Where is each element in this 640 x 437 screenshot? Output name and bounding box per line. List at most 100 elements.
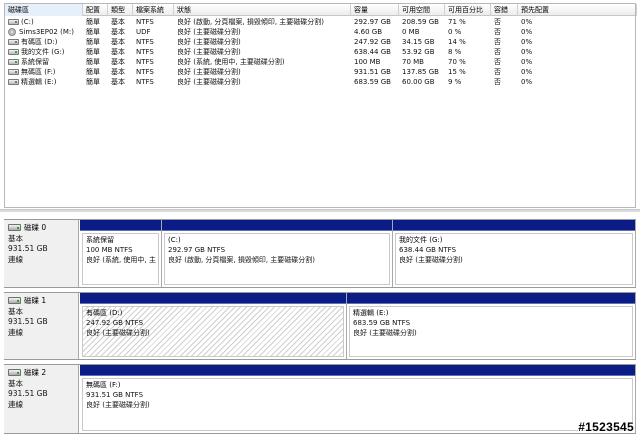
capacity-cell: 683.59 GB: [354, 78, 391, 86]
column-header-free-percent[interactable]: 可用百分比: [445, 4, 491, 16]
disk-name: 磁碟 1: [24, 296, 47, 305]
column-header-type[interactable]: 類型: [108, 4, 133, 16]
free-percent-cell: 9 %: [448, 78, 462, 86]
disk-size: 931.51 GB: [8, 389, 48, 398]
column-header-layout[interactable]: 配置: [83, 4, 108, 16]
type-cell: 基本: [111, 18, 125, 26]
partition-status: 良好 (主要磁碟分割): [353, 329, 417, 337]
fault-tolerance-cell: 否: [494, 68, 501, 76]
column-header-fault-tolerance[interactable]: 容錯: [491, 4, 518, 16]
volume-name-cell: 系統保留: [5, 57, 83, 67]
disk-2-info[interactable]: 磁碟 2 基本 931.51 GB 連線: [4, 365, 79, 433]
file-system-cell: NTFS: [136, 58, 154, 66]
type-cell: 基本: [111, 48, 125, 56]
disk-2-row[interactable]: 磁碟 2 基本 931.51 GB 連線 無碼區 (F:) 931.51 GB …: [4, 364, 636, 434]
hard-drive-icon: [8, 59, 19, 65]
status-cell: 良好 (主要磁碟分割): [177, 38, 241, 46]
partition-bar: [393, 220, 635, 231]
volume-row[interactable]: 我的文件 (G:) 簡單 基本 NTFS 良好 (主要磁碟分割) 638.44 …: [5, 47, 635, 57]
disk-state: 連線: [8, 399, 23, 409]
status-cell: 良好 (啟動, 分頁檔案, 損毀傾印, 主要磁碟分割): [177, 18, 325, 26]
partition-status: 良好 (主要磁碟分割): [86, 401, 150, 409]
disk-1-row[interactable]: 磁碟 1 基本 931.51 GB 連線 有碼區 (D:) 247.92 GB …: [4, 292, 636, 360]
layout-cell: 簡單: [86, 18, 100, 26]
pane-splitter[interactable]: [0, 209, 640, 213]
disk-map: 磁碟 0 基本 931.51 GB 連線 系統保留 100 MB NTFS 良好…: [4, 216, 636, 437]
hard-drive-icon: [8, 19, 19, 25]
hard-disk-icon: [8, 297, 21, 304]
free-space-cell: 70 MB: [402, 58, 424, 66]
layout-cell: 簡單: [86, 68, 100, 76]
volume-row[interactable]: 系統保留 簡單 基本 NTFS 良好 (系統, 使用中, 主要磁碟分割) 100…: [5, 57, 635, 67]
layout-cell: 簡單: [86, 58, 100, 66]
overhead-cell: 0%: [521, 48, 533, 56]
column-header-file-system[interactable]: 檔案系統: [133, 4, 174, 16]
hard-disk-icon: [8, 369, 21, 376]
volume-name-cell: 有碼區 (D:): [5, 37, 83, 47]
disk-name: 磁碟 0: [24, 223, 47, 232]
partition-f[interactable]: 無碼區 (F:) 931.51 GB NTFS 良好 (主要磁碟分割): [80, 365, 636, 433]
volume-row[interactable]: 無碼區 (F:) 簡單 基本 NTFS 良好 (主要磁碟分割) 931.51 G…: [5, 67, 635, 77]
layout-cell: 簡單: [86, 48, 100, 56]
file-system-cell: UDF: [136, 28, 151, 36]
partition-label: 有碼區 (D:): [86, 309, 123, 317]
status-cell: 良好 (主要磁碟分割): [177, 48, 241, 56]
partition-e[interactable]: 精選輯 (E:) 683.59 GB NTFS 良好 (主要磁碟分割): [347, 293, 636, 359]
hard-disk-icon: [8, 224, 21, 231]
status-cell: 良好 (系統, 使用中, 主要磁碟分割): [177, 58, 285, 66]
disk-0-row[interactable]: 磁碟 0 基本 931.51 GB 連線 系統保留 100 MB NTFS 良好…: [4, 219, 636, 288]
layout-cell: 簡單: [86, 78, 100, 86]
disk-0-info[interactable]: 磁碟 0 基本 931.51 GB 連線: [4, 220, 79, 287]
partition-bar: [80, 293, 346, 304]
status-cell: 良好 (主要磁碟分割): [177, 78, 241, 86]
file-system-cell: NTFS: [136, 18, 154, 26]
column-header-volume[interactable]: 磁碟區: [5, 4, 83, 16]
partition-bar: [162, 220, 392, 231]
volume-row[interactable]: Sims3EP02 (M:) 簡單 基本 UDF 良好 (主要磁碟分割) 4.6…: [5, 27, 635, 37]
partition-bar: [80, 220, 161, 231]
volume-row[interactable]: 有碼區 (D:) 簡單 基本 NTFS 良好 (主要磁碟分割) 247.92 G…: [5, 37, 635, 47]
fault-tolerance-cell: 否: [494, 78, 501, 86]
overhead-cell: 0%: [521, 38, 533, 46]
partition-g[interactable]: 我的文件 (G:) 638.44 GB NTFS 良好 (主要磁碟分割): [393, 220, 636, 287]
type-cell: 基本: [111, 28, 125, 36]
partition-status: 良好 (啟動, 分頁檔案, 損毀傾印, 主要磁碟分割): [168, 256, 316, 264]
overhead-cell: 0%: [521, 28, 533, 36]
overhead-cell: 0%: [521, 78, 533, 86]
disk-1-info[interactable]: 磁碟 1 基本 931.51 GB 連線: [4, 293, 79, 359]
fault-tolerance-cell: 否: [494, 38, 501, 46]
partition-size: 247.92 GB NTFS: [86, 319, 144, 327]
column-header-free-space[interactable]: 可用空間: [399, 4, 445, 16]
column-header-capacity[interactable]: 容量: [351, 4, 399, 16]
column-header-overhead[interactable]: 預先配置: [518, 4, 637, 16]
disk-state: 連線: [8, 327, 23, 337]
capacity-cell: 292.97 GB: [354, 18, 391, 26]
partition-c[interactable]: (C:) 292.97 GB NTFS 良好 (啟動, 分頁檔案, 損毀傾印, …: [162, 220, 393, 287]
file-system-cell: NTFS: [136, 78, 154, 86]
free-percent-cell: 70 %: [448, 58, 466, 66]
partition-system-reserved[interactable]: 系統保留 100 MB NTFS 良好 (系統, 使用中, 主: [80, 220, 162, 287]
partition-status: 良好 (主要磁碟分割): [86, 329, 150, 337]
partition-size: 931.51 GB NTFS: [86, 391, 144, 399]
partition-bar: [347, 293, 635, 304]
volume-name-cell: Sims3EP02 (M:): [5, 27, 83, 37]
disk-type: 基本: [8, 378, 23, 388]
disk-size: 931.51 GB: [8, 244, 48, 253]
fault-tolerance-cell: 否: [494, 48, 501, 56]
hard-drive-icon: [8, 49, 19, 55]
free-percent-cell: 14 %: [448, 38, 466, 46]
partition-size: 683.59 GB NTFS: [353, 319, 411, 327]
capacity-cell: 931.51 GB: [354, 68, 391, 76]
volume-name-cell: 我的文件 (G:): [5, 47, 83, 57]
cd-rom-icon: [8, 28, 16, 36]
column-header-status[interactable]: 狀態: [174, 4, 351, 16]
status-cell: 良好 (主要磁碟分割): [177, 68, 241, 76]
disk-name: 磁碟 2: [24, 368, 47, 377]
partition-d[interactable]: 有碼區 (D:) 247.92 GB NTFS 良好 (主要磁碟分割): [80, 293, 347, 359]
partition-label: 精選輯 (E:): [353, 309, 389, 317]
capacity-cell: 4.60 GB: [354, 28, 383, 36]
volume-row[interactable]: 精選輯 (E:) 簡單 基本 NTFS 良好 (主要磁碟分割) 683.59 G…: [5, 77, 635, 87]
partition-label: 系統保留: [86, 236, 114, 244]
volume-row[interactable]: (C:) 簡單 基本 NTFS 良好 (啟動, 分頁檔案, 損毀傾印, 主要磁碟…: [5, 17, 635, 27]
volume-name-cell: 無碼區 (F:): [5, 67, 83, 77]
